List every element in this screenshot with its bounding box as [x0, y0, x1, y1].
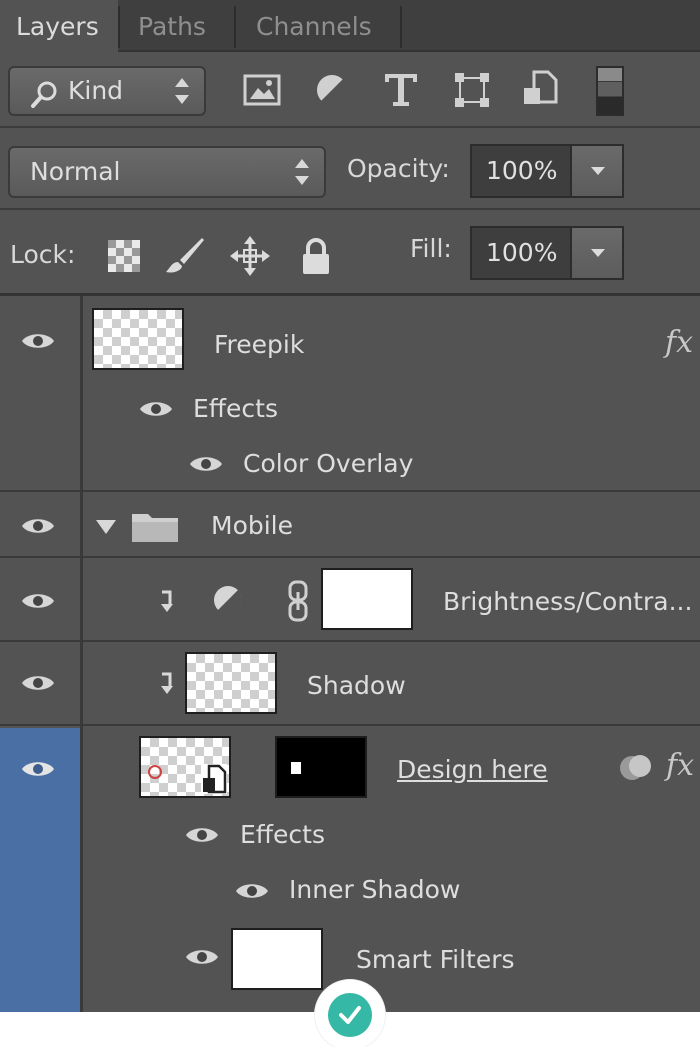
eye-visibility-icon[interactable] [184, 946, 220, 968]
folder-icon [132, 514, 178, 542]
filter-row: Kind [0, 54, 700, 128]
layer-effects-fx-icon[interactable]: fx [666, 748, 694, 783]
filter-toggle-switch[interactable] [596, 66, 624, 116]
eye-visibility-icon[interactable] [20, 515, 56, 537]
lock-label: Lock: [10, 240, 76, 269]
eye-visibility-icon[interactable] [184, 824, 220, 846]
adjustment-layer-icon [214, 586, 243, 615]
visibility-column-divider [80, 296, 83, 1012]
layers-list: Freepik fx Effects Color Overlay Mobile … [0, 296, 700, 1012]
layer-name[interactable]: Brightness/Contra... [443, 587, 692, 616]
visibility-cell [0, 644, 80, 724]
tab-divider [400, 6, 402, 48]
visibility-cell [0, 560, 80, 640]
layer-mask-thumbnail[interactable] [321, 568, 413, 630]
tab-layers[interactable]: Layers [0, 0, 118, 54]
eye-visibility-icon[interactable] [188, 453, 224, 475]
layer-name[interactable]: Mobile [211, 511, 293, 540]
eye-visibility-icon[interactable] [20, 672, 56, 694]
clipping-arrow-icon [161, 672, 173, 694]
visibility-cell [0, 296, 80, 490]
layer-thumbnail[interactable] [185, 652, 277, 714]
shape-filter-icon[interactable] [452, 70, 492, 110]
opacity-dropdown-button[interactable] [570, 146, 622, 196]
layer-name[interactable]: Design here [397, 755, 548, 784]
clipping-arrow-icon [161, 590, 173, 612]
search-icon [31, 81, 57, 108]
visibility-cell [0, 494, 80, 556]
layer-effects-fx-icon[interactable]: fx [665, 325, 693, 360]
fill-value[interactable]: 100% [486, 228, 557, 278]
effect-inner-shadow[interactable]: Inner Shadow [289, 875, 460, 904]
image-filter-icon[interactable] [242, 70, 282, 110]
fill-label: Fill: [410, 234, 452, 263]
eye-visibility-icon[interactable] [234, 880, 270, 902]
smart-filters-label[interactable]: Smart Filters [356, 945, 515, 974]
updown-arrows-icon [294, 159, 310, 185]
layer-row-freepik[interactable]: Freepik fx Effects Color Overlay [0, 296, 700, 492]
eye-visibility-icon[interactable] [20, 330, 56, 352]
eye-visibility-icon[interactable] [20, 590, 56, 612]
lock-position-move-icon[interactable] [230, 236, 270, 276]
tab-divider [118, 6, 120, 48]
opacity-label: Opacity: [347, 154, 450, 183]
blend-mode-select[interactable]: Normal [8, 146, 326, 198]
filter-kind-select[interactable]: Kind [8, 66, 206, 116]
opacity-field[interactable]: 100% [470, 144, 624, 198]
smart-filters-mask-thumbnail[interactable] [231, 928, 323, 990]
tab-divider [234, 6, 236, 48]
filter-kind-value: Kind [68, 76, 124, 105]
blend-mode-value: Normal [30, 157, 121, 186]
effect-color-overlay[interactable]: Color Overlay [243, 449, 413, 478]
mask-white-mark [291, 762, 301, 774]
effects-label: Effects [240, 820, 325, 849]
lock-all-padlock-icon[interactable] [296, 236, 336, 276]
smart-object-thumbnail[interactable] [139, 736, 231, 798]
fill-dropdown-button[interactable] [570, 228, 622, 278]
layer-row-mobile-group[interactable]: Mobile [0, 494, 700, 558]
chain-link-icon[interactable] [286, 580, 310, 622]
panel-tab-bar: Layers Paths Channels [0, 0, 700, 54]
layer-row-brightness-contrast[interactable]: Brightness/Contra... [0, 560, 700, 642]
layer-mask-thumbnail[interactable] [275, 736, 367, 798]
eye-visibility-icon[interactable] [138, 398, 174, 420]
fill-field[interactable]: 100% [470, 226, 624, 280]
tab-paths[interactable]: Paths [122, 0, 222, 52]
smart-object-badge-icon [201, 764, 227, 794]
lock-row: Lock: Fill: 100% [0, 212, 700, 296]
layer-row-shadow[interactable]: Shadow [0, 644, 700, 726]
expand-triangle-icon[interactable] [94, 518, 118, 536]
layer-row-design-here[interactable]: Design here fx Effects Inner Shadow Smar… [0, 728, 700, 1012]
layer-thumbnail[interactable] [92, 308, 184, 370]
layers-panel: Layers Paths Channels Kind Normal Opacit… [0, 0, 700, 1012]
artwork-preview-mark [148, 765, 162, 779]
effects-label: Effects [193, 394, 278, 423]
updown-arrows-icon [174, 78, 190, 104]
check-badge [315, 980, 385, 1047]
opacity-value[interactable]: 100% [486, 146, 557, 196]
layer-name[interactable]: Freepik [214, 330, 304, 359]
visibility-cell-selected [0, 728, 80, 1012]
check-badge-fill [328, 993, 372, 1037]
checkmark-icon [339, 1006, 361, 1024]
tab-channels[interactable]: Channels [240, 0, 388, 52]
type-filter-icon[interactable] [381, 68, 421, 108]
smart-object-filter-icon[interactable] [520, 68, 560, 108]
lock-image-pixels-brush-icon[interactable] [164, 236, 204, 276]
blend-row: Normal Opacity: 100% [0, 130, 700, 210]
layer-name[interactable]: Shadow [307, 671, 406, 700]
adjustment-filter-icon[interactable] [312, 70, 352, 110]
eye-visibility-icon[interactable] [20, 758, 56, 780]
smart-filter-indicator-icon[interactable] [618, 752, 654, 784]
lock-transparent-pixels-icon[interactable] [104, 236, 144, 276]
